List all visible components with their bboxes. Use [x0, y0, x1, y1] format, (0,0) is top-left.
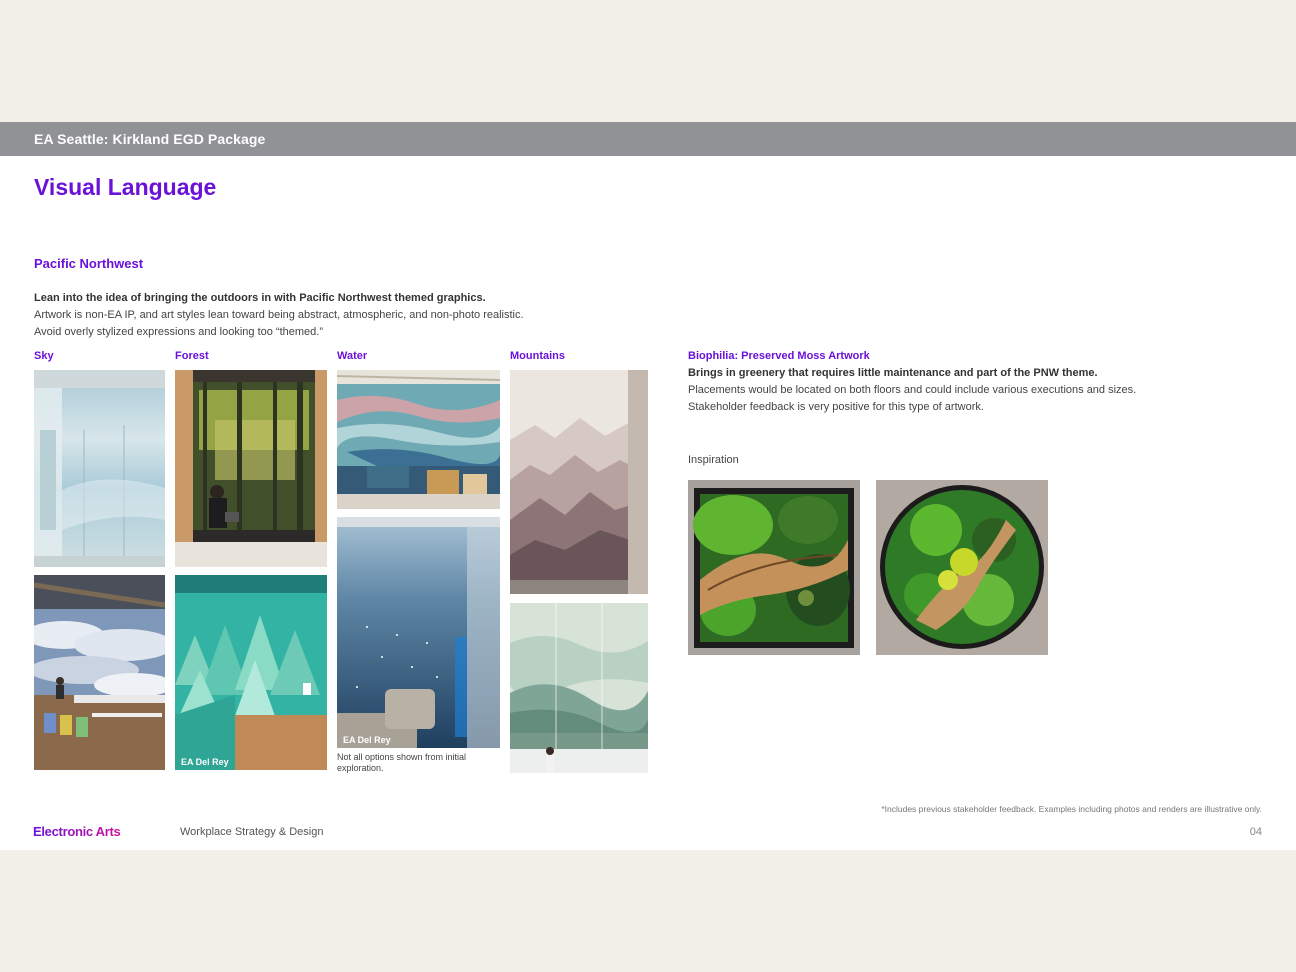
water-blue-wall-photo: EA Del Rey — [337, 517, 500, 748]
mountains-mural-photo — [510, 370, 648, 594]
header-title: EA Seattle: Kirkland EGD Package — [34, 131, 266, 147]
biophilia-title: Biophilia: Preserved Moss Artwork — [688, 350, 870, 362]
biophilia-line-1: Placements would be located on both floo… — [688, 384, 1137, 396]
brand-logo: Electronic Arts — [33, 824, 121, 839]
moss-square-artwork-photo — [688, 480, 860, 655]
water-photo-label: EA Del Rey — [343, 735, 391, 745]
sky-atrium-photo — [34, 370, 165, 567]
water-note: Not all options shown from initial explo… — [337, 752, 467, 773]
biophilia-line-2: Stakeholder feedback is very positive fo… — [688, 401, 984, 413]
category-mountains-label: Mountains — [510, 350, 565, 362]
footnote: *Includes previous stakeholder feedback.… — [881, 804, 1262, 814]
intro-line-1: Artwork is non-EA IP, and art styles lea… — [34, 309, 524, 321]
forest-photo-label: EA Del Rey — [181, 757, 229, 767]
moss-round-artwork-photo — [876, 480, 1048, 655]
header-bar: EA Seattle: Kirkland EGD Package — [0, 122, 1296, 156]
page-title: Visual Language — [34, 174, 217, 200]
department-label: Workplace Strategy & Design — [180, 826, 324, 838]
biophilia-bold-text: Brings in greenery that requires little … — [688, 367, 1098, 379]
water-lounge-mural-photo — [337, 370, 500, 509]
category-water-label: Water — [337, 350, 368, 362]
category-forest-label: Forest — [175, 350, 209, 362]
intro-bold-text: Lean into the idea of bringing the outdo… — [34, 292, 486, 304]
page-number: 04 — [1249, 826, 1262, 838]
mountains-misty-glass-photo — [510, 603, 648, 773]
intro-line-2: Avoid overly stylized expressions and lo… — [34, 326, 324, 338]
sky-cafeteria-mural-photo — [34, 575, 165, 770]
section-title: Pacific Northwest — [34, 256, 144, 271]
slide: EA Seattle: Kirkland EGD Package Visual … — [0, 122, 1296, 850]
category-sky-label: Sky — [34, 350, 54, 362]
forest-nook-mural-photo — [175, 370, 327, 567]
forest-teal-trees-mural-photo: EA Del Rey — [175, 575, 327, 770]
inspiration-label: Inspiration — [688, 454, 739, 466]
